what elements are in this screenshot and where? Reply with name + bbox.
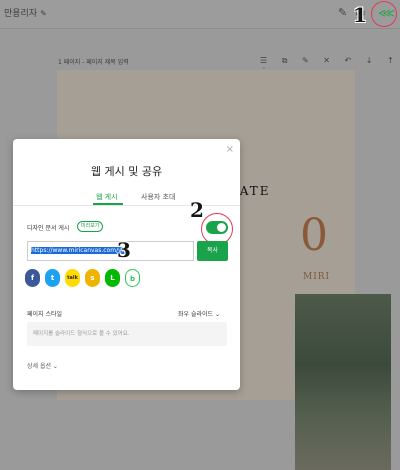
chevron-down-icon: ⌄ [214, 311, 220, 318]
page-label: 1 페이지 - 페이지 제목 입력 [58, 59, 129, 66]
facebook-icon[interactable]: f [25, 269, 40, 287]
active-tab-underline [93, 203, 123, 205]
step-3-label: 3 [117, 238, 131, 262]
share-icon[interactable]: ⋘ [378, 6, 395, 20]
document-name[interactable]: 만용리자 ✎ [4, 6, 47, 19]
page-style-description: 페이지를 슬라이드 형식으로 볼 수 있어요. [27, 322, 227, 346]
tab-web-publish[interactable]: 웹 게시 [96, 192, 118, 202]
pencil-icon[interactable]: ✎ [40, 9, 47, 18]
more-options-label: 상세 옵션 [27, 363, 51, 370]
band-icon[interactable]: b [125, 269, 140, 287]
share-url-field[interactable]: https://www.miricanvas.com/v/1 [27, 241, 194, 261]
modal-tabs: 웹 게시 사용자 초대 [13, 189, 240, 206]
tab-invite-users[interactable]: 사용자 초대 [141, 192, 175, 202]
line-icon[interactable]: L [105, 269, 120, 287]
step-2-label: 2 [190, 198, 204, 222]
toggle-knob [217, 223, 226, 232]
more-options-toggle[interactable]: 상세 옵션 ⌄ [27, 361, 58, 370]
document-name-text: 만용리자 [4, 9, 38, 19]
modal-title: 웹 게시 및 공유 [90, 165, 163, 178]
publish-label: 디자인 문서 게시 [27, 225, 70, 232]
couple-photo [295, 294, 391, 470]
edit-icon[interactable]: ✎ [338, 6, 347, 19]
preview-badge[interactable]: 미리보기 [77, 221, 104, 232]
close-icon[interactable]: × [226, 144, 234, 155]
publish-share-modal: × 웹 게시 및 공유 웹 게시 사용자 초대 디자인 문서 게시 미리보기 h… [13, 139, 240, 390]
kakaostory-icon[interactable]: s [85, 269, 100, 287]
page-style-value: 좌우 슬라이드 [178, 311, 214, 318]
page-style-select[interactable]: 좌우 슬라이드 ⌄ [178, 309, 220, 318]
top-toolbar: 만용리자 ✎ ✎ ▭ ⋘ [0, 0, 400, 29]
share-url-text: https://www.miricanvas.com/v/1 [31, 247, 128, 254]
page-style-label: 페이지 스타일 [27, 311, 63, 318]
publish-toggle[interactable] [206, 221, 228, 234]
name-text: MIRI [303, 272, 331, 282]
copy-button[interactable]: 복사 [197, 241, 228, 261]
date-digit: 0 [300, 210, 328, 261]
chevron-down-icon: ⌄ [52, 363, 58, 370]
kakaotalk-icon[interactable]: talk [65, 269, 80, 287]
step-1-label: 1 [353, 3, 367, 27]
twitter-icon[interactable]: t [45, 269, 60, 287]
